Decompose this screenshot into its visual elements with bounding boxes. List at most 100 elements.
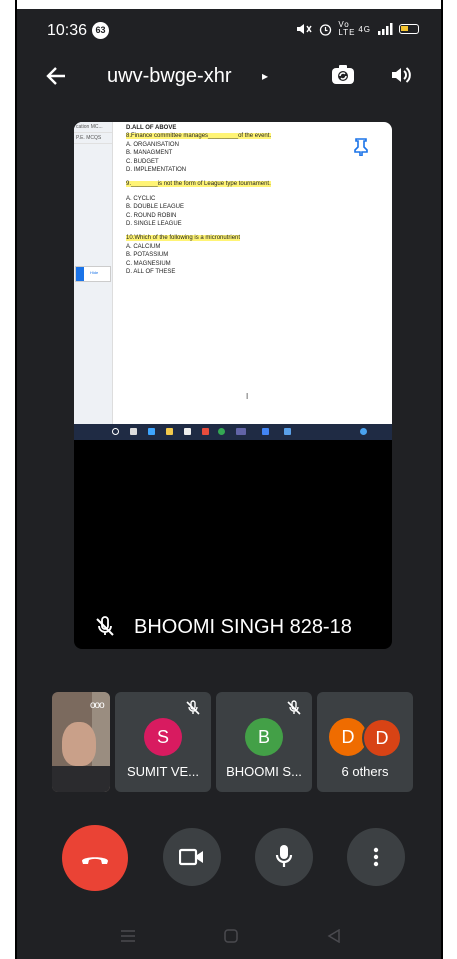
document-text: A. ORGANISATION (126, 141, 179, 148)
pin-icon[interactable] (353, 138, 369, 156)
hide-button-label: Hide (90, 270, 99, 275)
self-view-face (62, 722, 96, 766)
document-text: 9.________is not the form of League type… (126, 181, 271, 188)
document-text: B. MANAGMENT (126, 150, 173, 157)
others-count: 6 others (341, 764, 389, 779)
alarm-icon (320, 23, 332, 36)
participant-name: BHOOMI S... (226, 764, 302, 779)
sidebar-item: cation MC... (74, 122, 112, 133)
option-line: A. CALCIUM (126, 243, 356, 251)
battery-icon (399, 24, 419, 34)
participant-avatar: S (144, 718, 182, 756)
microphone-icon (275, 845, 293, 867)
camera-icon (179, 848, 203, 866)
option-line: C. ROUND ROBIN (126, 212, 356, 220)
participant-tile-sumit[interactable]: S SUMIT VE... (115, 692, 211, 792)
more-options-button[interactable] (347, 828, 405, 886)
mic-off-icon (96, 616, 114, 636)
more-vertical-icon (373, 847, 379, 867)
document-text: D. IMPLEMENTATION (126, 167, 187, 174)
hide-button: Hide (75, 266, 111, 282)
participant-avatar: D (362, 718, 402, 758)
document-text: C. ROUND ROBIN (126, 212, 177, 219)
question-line: 9.________is not the form of League type… (126, 180, 356, 188)
status-bar: 10:36 63 Vo LTE 4G (17, 9, 441, 53)
back-arrow-icon[interactable] (45, 65, 67, 87)
mic-off-icon (186, 700, 200, 715)
document-text: C. MAGNESIUM (126, 260, 171, 267)
windows-taskbar (74, 424, 392, 440)
taskbar-app-icon (148, 428, 155, 435)
end-call-button[interactable] (62, 825, 128, 891)
text-cursor: I (246, 392, 249, 401)
meeting-code[interactable]: uwv-bwge-xhr (107, 65, 231, 88)
option-line: D. ALL OF THESE (126, 268, 356, 276)
notification-badge: 63 (92, 22, 109, 39)
self-view-menu[interactable]: ooo (90, 700, 105, 711)
status-time: 10:36 (47, 22, 88, 39)
document-text: 8.Finance committee manages_________of t… (126, 133, 272, 140)
others-tile[interactable]: D D 6 others (317, 692, 413, 792)
self-view-tile[interactable]: ooo (52, 692, 110, 792)
option-line: A. ORGANISATION (126, 141, 356, 149)
mute-icon (297, 24, 312, 34)
phone-screen: 10:36 63 Vo LTE 4G uwv-bwge-xhr ▸ cation… (17, 9, 441, 959)
network-indicator: 4G (358, 24, 371, 34)
document-text: D. ALL OF THESE (126, 269, 176, 276)
shared-screen: cation MC... P.E. MCQS Hide D.ALL OF ABO… (74, 122, 392, 440)
presenter-name: BHOOMI SINGH 828-18 (134, 616, 352, 638)
option-line: C. MAGNESIUM (126, 260, 356, 268)
option-line: D. IMPLEMENTATION (126, 166, 356, 174)
participant-name: SUMIT VE... (127, 764, 199, 779)
volte-indicator: Vo LTE (338, 20, 356, 37)
search-icon (112, 428, 119, 435)
taskbar-app-icon (262, 428, 269, 435)
hang-up-icon (82, 857, 108, 864)
taskbar-app-icon (284, 428, 291, 435)
presenter-label: BHOOMI SINGH 828-18 (74, 612, 392, 642)
switch-camera-icon[interactable] (330, 62, 356, 88)
speaker-icon[interactable] (389, 63, 413, 87)
participant-tile-bhoomi[interactable]: B BHOOMI S... (216, 692, 312, 792)
chrome-icon (218, 428, 225, 435)
mic-off-icon (287, 700, 301, 715)
meeting-header: uwv-bwge-xhr ▸ (17, 57, 441, 97)
help-icon (360, 428, 367, 435)
home-icon[interactable] (224, 929, 238, 943)
document-text: A. CYCLIC (126, 195, 156, 202)
participant-avatar: B (245, 718, 283, 756)
question-line: 10.Which of the following is a micronutr… (126, 234, 356, 242)
option-line: B. MANAGMENT (126, 149, 356, 157)
question-line: 8.Finance committee manages_________of t… (126, 132, 356, 140)
recents-icon[interactable] (120, 929, 136, 943)
system-navigation-bar (17, 921, 441, 959)
caret-right-icon[interactable]: ▸ (262, 69, 268, 83)
sidebar-item: P.E. MCQS (74, 133, 112, 144)
document-text: D. SINGLE LEAGUE (126, 221, 182, 228)
shared-screen-sidebar: cation MC... P.E. MCQS Hide (74, 122, 113, 424)
signal-icon (378, 23, 393, 35)
back-triangle-icon[interactable] (327, 929, 341, 943)
option-line: C. BUDGET (126, 158, 356, 166)
system-icons: Vo LTE 4G (295, 21, 419, 37)
document-text: C. BUDGET (126, 158, 159, 165)
document-text: A. CALCIUM (126, 243, 161, 250)
option-line: B. DOUBLE LEAGUE (126, 203, 356, 211)
microphone-button[interactable] (255, 828, 313, 886)
taskbar-app-icon (202, 428, 209, 435)
self-view-body (52, 766, 110, 792)
taskbar-app-icon (130, 428, 137, 435)
option-line: D. SINGLE LEAGUE (126, 220, 356, 228)
option-line: A. CYCLIC (126, 195, 356, 203)
teams-icon (236, 428, 246, 435)
option-line: D.ALL OF ABOVE (126, 124, 356, 132)
presentation-tile[interactable]: cation MC... P.E. MCQS Hide D.ALL OF ABO… (74, 122, 392, 649)
camera-button[interactable] (163, 828, 221, 886)
frame-border-right (441, 0, 443, 959)
document-text: D.ALL OF ABOVE (126, 125, 177, 131)
store-icon (184, 428, 191, 435)
document-text: B. DOUBLE LEAGUE (126, 204, 185, 211)
document-text: 10.Which of the following is a micronutr… (126, 235, 241, 242)
option-line: B. POTASSIUM (126, 251, 356, 259)
document-content: D.ALL OF ABOVE 8.Finance committee manage… (126, 124, 356, 277)
